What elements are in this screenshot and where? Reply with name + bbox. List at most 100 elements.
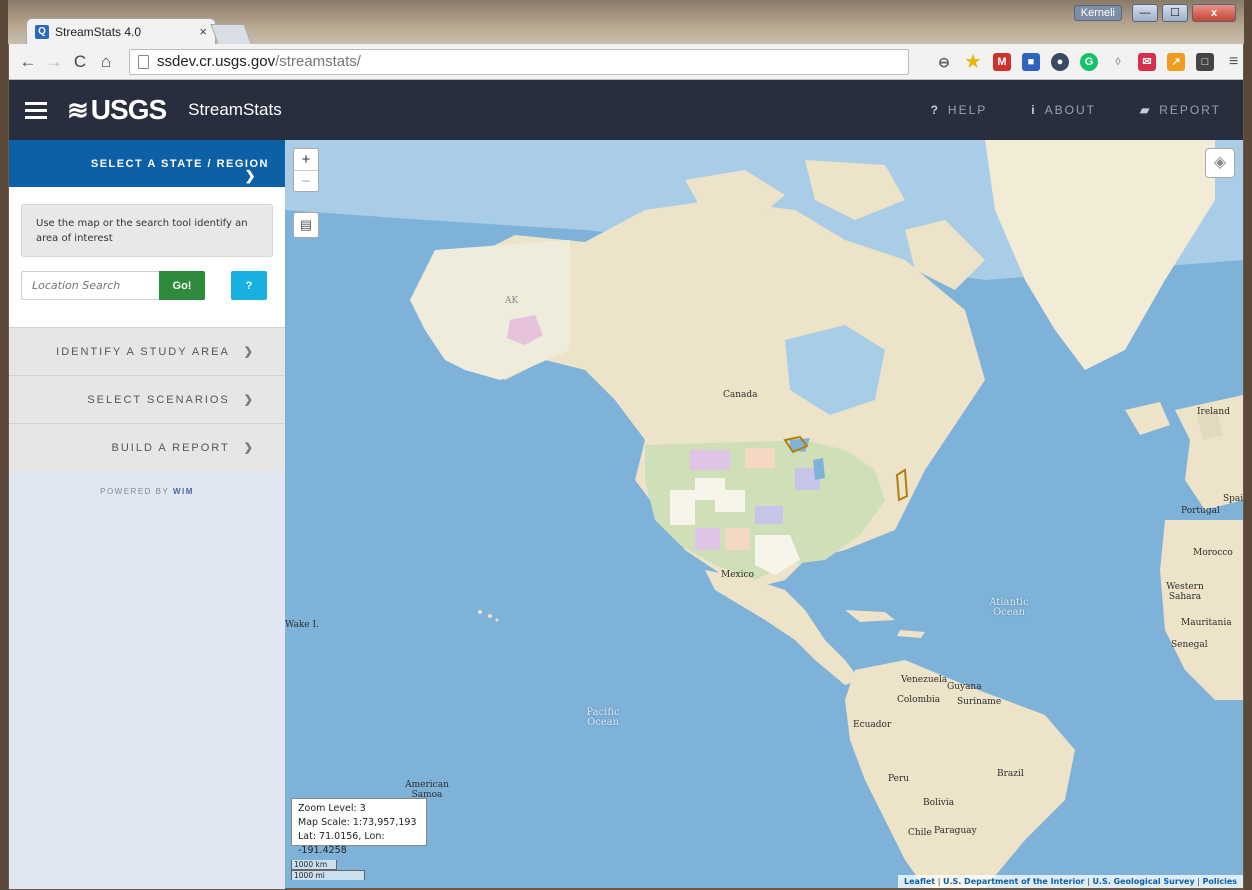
sep: | xyxy=(937,877,941,886)
select-state-panel: Use the map or the search tool identify … xyxy=(9,187,285,327)
info-icon: i xyxy=(1031,103,1037,117)
label-atlantic: Atlantic Ocean xyxy=(989,597,1029,618)
analytics-icon[interactable]: ↗ xyxy=(1167,52,1185,71)
url-text: ssdev.cr.usgs.gov/streamstats/ xyxy=(157,53,361,70)
gmail-icon[interactable]: M xyxy=(993,52,1011,71)
nav-help-label: HELP xyxy=(947,103,988,117)
section-label: SELECT SCENARIOS xyxy=(87,393,230,406)
layers-button[interactable]: ◈ xyxy=(1205,148,1235,178)
scale-mi: 1000 mi xyxy=(291,870,365,880)
label-bolivia: Bolivia xyxy=(923,798,955,808)
go-button[interactable]: Go! xyxy=(159,271,205,300)
back-arrow-icon[interactable]: ← xyxy=(17,52,39,72)
zoom-icon[interactable]: ⊖ xyxy=(935,53,953,71)
page-icon xyxy=(138,54,149,69)
toolbox-button[interactable]: ▤ xyxy=(293,212,319,238)
basemap xyxy=(285,140,1243,888)
extension-bar: ⊖ ★ M ■ ● G ◊ ✉ ↗ □ ≡ xyxy=(935,52,1238,71)
search-row: Go! ? xyxy=(21,271,273,300)
map-canvas[interactable]: Canada Mexico Atlantic Ocean Pacific Oce… xyxy=(285,140,1243,888)
wim-link[interactable]: WIM xyxy=(173,487,194,496)
star-icon[interactable]: ★ xyxy=(964,52,982,71)
label-portugal: Portugal xyxy=(1181,506,1220,516)
label-peru: Peru xyxy=(888,774,910,784)
map-scale-text: Map Scale: 1:73,957,193 xyxy=(298,817,417,828)
label-venezuela: Venezuela xyxy=(901,675,948,685)
label-mexico: Mexico xyxy=(721,570,754,580)
new-tab-button[interactable] xyxy=(210,24,252,44)
label-american-samoa: American Samoa xyxy=(405,780,449,800)
browser-tab[interactable]: Q StreamStats 4.0 × xyxy=(26,18,216,44)
label-chile: Chile xyxy=(908,828,932,838)
sidebar: SELECT A STATE / REGION ❯ Use the map or… xyxy=(9,140,285,889)
chevron-down-icon: ❯ xyxy=(243,442,255,454)
nav-report[interactable]: ▰ REPORT xyxy=(1140,103,1221,117)
desktop-edge-left xyxy=(0,0,8,890)
label-brazil: Brazil xyxy=(997,769,1024,779)
nav-about[interactable]: i ABOUT xyxy=(1031,103,1096,117)
scale-bar: 1000 km 1000 mi xyxy=(291,860,365,880)
section-build-report[interactable]: BUILD A REPORT ❯ xyxy=(9,423,285,471)
label-wake: Wake I. xyxy=(285,620,319,630)
zoom-in-button[interactable]: + xyxy=(294,149,318,170)
square-icon[interactable]: □ xyxy=(1196,52,1214,71)
select-state-header[interactable]: SELECT A STATE / REGION ❯ xyxy=(9,140,285,187)
label-spain: Spai xyxy=(1223,494,1243,504)
url-path: /streamstats/ xyxy=(275,53,361,70)
browser-user-badge[interactable]: Kerneli xyxy=(1073,5,1122,21)
screenshot-icon[interactable]: ■ xyxy=(1022,52,1040,71)
section-identify-study-area[interactable]: IDENTIFY A STUDY AREA ❯ xyxy=(9,327,285,375)
header-nav: ? HELP i ABOUT ▰ REPORT xyxy=(931,103,1221,117)
zoom-level-text: Zoom Level: 3 xyxy=(298,803,366,814)
map-info-box: Zoom Level: 3 Map Scale: 1:73,957,193 La… xyxy=(291,798,427,856)
label-ak: AK xyxy=(505,296,519,306)
window-controls: Kerneli — ☐ x xyxy=(1073,4,1236,22)
grammarly-icon[interactable]: G xyxy=(1080,52,1098,71)
section-select-scenarios[interactable]: SELECT SCENARIOS ❯ xyxy=(9,375,285,423)
label-colombia: Colombia xyxy=(897,695,941,705)
usgs-wave-icon: ≋ xyxy=(67,94,89,125)
usgs-logo[interactable]: ≋ USGS xyxy=(67,94,167,126)
reload-icon[interactable]: C xyxy=(69,52,91,72)
map-attribution: Leaflet | U.S. Department of the Interio… xyxy=(898,875,1243,888)
close-window-button[interactable]: x xyxy=(1192,4,1236,22)
label-suriname: Suriname xyxy=(957,697,1002,707)
inbox-icon[interactable]: ✉ xyxy=(1138,52,1156,71)
doi-link[interactable]: U.S. Department of the Interior xyxy=(943,877,1085,886)
forward-arrow-icon[interactable]: → xyxy=(43,52,65,72)
policies-link[interactable]: Policies xyxy=(1202,877,1237,886)
maximize-button[interactable]: ☐ xyxy=(1162,4,1188,22)
powered-by-text: POWERED BY xyxy=(100,487,170,496)
hamburger-menu-icon[interactable] xyxy=(25,101,47,119)
chevron-down-icon: ❯ xyxy=(243,394,255,406)
leaflet-link[interactable]: Leaflet xyxy=(904,877,935,886)
app-title: StreamStats xyxy=(188,100,282,119)
minimize-button[interactable]: — xyxy=(1132,4,1158,22)
nav-help[interactable]: ? HELP xyxy=(931,103,988,117)
tab-close-icon[interactable]: × xyxy=(199,24,207,39)
home-icon[interactable]: ⌂ xyxy=(95,52,117,72)
label-paraguay: Paraguay xyxy=(934,826,977,836)
usgs-link[interactable]: U.S. Geological Survey xyxy=(1092,877,1194,886)
scale-km: 1000 km xyxy=(291,860,337,870)
browser-menu-icon[interactable]: ≡ xyxy=(1229,53,1238,71)
nav-report-label: REPORT xyxy=(1159,103,1221,117)
powered-by-footer: POWERED BY WIM xyxy=(9,471,285,889)
location-search-input[interactable] xyxy=(21,271,159,300)
question-icon: ? xyxy=(930,103,940,117)
address-bar[interactable]: ssdev.cr.usgs.gov/streamstats/ xyxy=(129,48,909,75)
pocket-icon[interactable]: ◊ xyxy=(1109,53,1127,71)
zoom-control: + − xyxy=(293,148,319,192)
ghostery-icon[interactable]: ● xyxy=(1051,52,1069,71)
browser-toolbar: ← → C ⌂ ssdev.cr.usgs.gov/streamstats/ ⊖… xyxy=(9,44,1243,80)
zoom-out-button[interactable]: − xyxy=(294,170,318,191)
app-header: ≋ USGS StreamStats ? HELP i ABOUT ▰ REPO… xyxy=(9,80,1243,140)
label-guyana: Guyana xyxy=(947,682,982,692)
chevron-down-icon: ❯ xyxy=(243,346,255,358)
search-help-button[interactable]: ? xyxy=(231,271,267,300)
url-host: ssdev.cr.usgs.gov xyxy=(157,53,276,70)
usgs-logo-text: USGS xyxy=(90,94,167,125)
streamstats-favicon-icon: Q xyxy=(35,24,49,39)
desktop-edge-right xyxy=(1244,0,1252,890)
chevron-right-icon: ❯ xyxy=(244,168,257,183)
